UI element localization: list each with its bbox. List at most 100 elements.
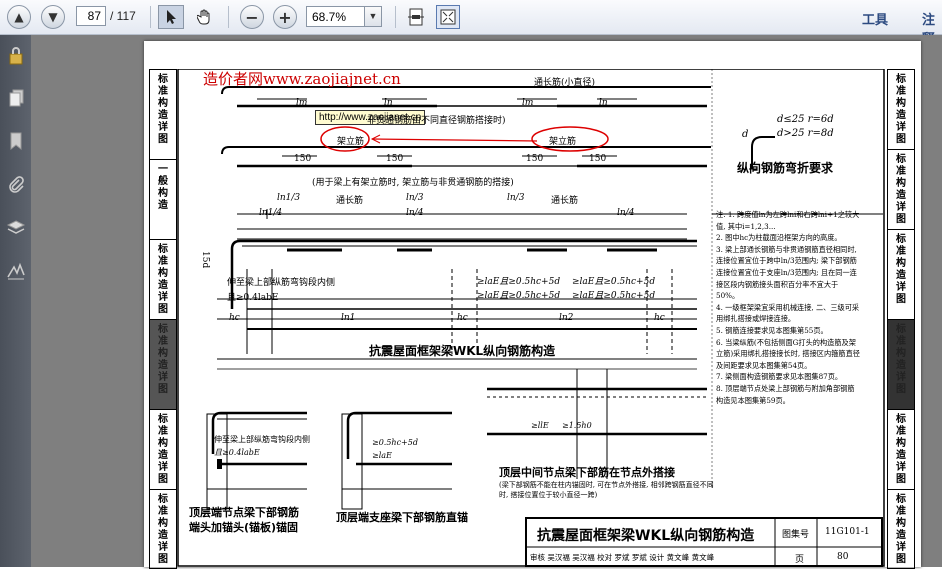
toolbar-divider <box>150 6 151 28</box>
index-tab[interactable]: 标准构造详图 <box>888 490 914 568</box>
index-tab[interactable]: 标准构造详图 <box>888 70 914 150</box>
zoom-value: 68.7% <box>312 10 347 24</box>
notes-list: 注: 1. 跨度值ln为左跨lni和右跨lni+1之较大值, 其中i=1,2,3… <box>716 209 861 406</box>
label-erection-bar-2: 架立筋 <box>549 137 577 147</box>
bend-title: 纵向钢筋弯折要求 <box>737 161 834 175</box>
watermark-text: 造价者网www.zaojiajnet.cn <box>203 70 401 88</box>
toolbar-divider <box>395 6 396 28</box>
left-navigation-pane <box>0 35 31 567</box>
dim-ln-4: ln/4 <box>406 208 424 218</box>
detail1-note-2: 且≥0.4labE <box>214 448 260 457</box>
detail2-caption: 顶层端支座梁下部钢筋直锚 <box>336 511 468 524</box>
page-number-input[interactable]: 87 <box>76 6 106 26</box>
dim-l-label: lm <box>522 98 534 108</box>
tools-menu[interactable]: 工具 <box>862 9 888 28</box>
detail2-note-2: ≥laE <box>372 451 392 460</box>
index-tab-active[interactable]: 标准构造详图 <box>150 320 176 410</box>
detail3-caption: 顶层中间节点梁下部筋在节点外搭接 <box>499 466 675 479</box>
note-item: 8. 顶层端节点处梁上部钢筋与附加角部钢筋构造见本图集第59页。 <box>716 383 855 405</box>
fullscreen-button[interactable] <box>436 5 460 29</box>
pdf-page: 标准构造详图 一般构造 标准构造详图 标准构造详图 标准构造详图 标准构造详图 … <box>144 41 921 569</box>
anchor-length-4: ≥laE且≥0.5hc+5d <box>572 291 656 301</box>
expand-icon <box>440 9 456 25</box>
index-tab[interactable]: 标准构造详图 <box>888 410 914 490</box>
note-anchor-left-1: 伸至梁上部纵筋弯钩段内侧 <box>227 278 336 288</box>
detail2-note: ≥0.5hc+5d <box>372 438 418 447</box>
detail1-note-1: 伸至梁上部纵筋弯钩段内侧 <box>214 435 310 444</box>
dim-150: 150 <box>386 154 404 164</box>
note-item: 5. 钢筋连接要求见本图集第55页。 <box>716 325 828 335</box>
dim-ln1-4: ln1/4 <box>259 208 283 218</box>
dim-l-label: ln <box>599 98 608 108</box>
anchor-length-2: ≥laE且≥0.5hc+5d <box>477 291 561 301</box>
hand-tool-button[interactable] <box>192 5 218 29</box>
detail1-caption-1: 顶层端节点梁下部钢筋 <box>189 506 299 519</box>
next-page-button[interactable]: ▼ <box>41 5 65 29</box>
label-top-bar: 通长筋(小直径) <box>534 78 596 88</box>
chevron-down-icon[interactable]: ▼ <box>364 7 381 26</box>
signature-icon[interactable] <box>5 260 27 282</box>
detail3-note: (梁下部钢筋不能在柱内锚固时, 可在节点外搭接, 相邻跨钢筋直径不同时, 搭接位… <box>499 481 714 499</box>
note-item: 注: 1. 跨度值ln为左跨lni和右跨lni+1之较大值, 其中i=1,2,3… <box>716 210 860 231</box>
fit-width-button[interactable] <box>404 5 428 29</box>
index-tab[interactable]: 标准构造详图 <box>150 410 176 490</box>
dim-150: 150 <box>526 154 544 164</box>
label-continuous-bar: 通长筋 <box>336 196 364 206</box>
dim-ln-3: ln/3 <box>406 193 424 203</box>
dim-ln1-3: ln1/3 <box>277 193 301 203</box>
zoom-in-button[interactable]: + <box>273 5 297 29</box>
index-tab[interactable]: 标准构造详图 <box>150 240 176 320</box>
detail3-15h0: ≥1.5h0 <box>562 421 592 430</box>
note-anchor-left-2: 且≥0.4labE <box>227 293 279 303</box>
dim-ln-3: ln/3 <box>507 193 525 203</box>
layers-icon[interactable] <box>5 217 27 239</box>
minus-icon: − <box>240 5 264 29</box>
title-block-grid <box>527 519 883 565</box>
arrow-up-icon: ▲ <box>7 5 31 29</box>
note-item: 7. 梁侧面构造钢筋要求见本图集87页。 <box>716 372 843 382</box>
zoom-out-button[interactable]: − <box>240 5 264 29</box>
arrow-down-icon: ▼ <box>41 5 65 29</box>
dim-hc: hc <box>229 313 240 323</box>
dim-ln1: ln1 <box>341 313 356 323</box>
bend-rule-2: d>25 r=8d <box>777 128 834 139</box>
dim-15d: 15d <box>200 251 210 269</box>
title-block: 抗震屋面框架梁WKL纵向钢筋构造 图集号 11G101-1 审核 吴汉福 吴汉福… <box>525 517 883 567</box>
note-item: 4. 一级框架梁宜采用机械连接, 二、三级可采用绑扎搭接或焊接连接。 <box>716 302 860 324</box>
index-tab[interactable]: 标准构造详图 <box>888 150 914 230</box>
detail1-caption-2: 端头加锚头(锚板)锚固 <box>189 521 299 534</box>
previous-page-button[interactable]: ▲ <box>7 5 31 29</box>
dim-ln-4: ln/4 <box>617 208 635 218</box>
select-tool-button[interactable] <box>158 5 184 29</box>
label-noncontinuous: 非贯通钢筋由不同直径钢筋搭接时) <box>367 116 506 126</box>
dim-150: 150 <box>294 154 312 164</box>
left-index-tabs: 标准构造详图 一般构造 标准构造详图 标准构造详图 标准构造详图 标准构造详图 <box>149 69 177 569</box>
bend-rule-1: d≤25 r=6d <box>777 114 834 125</box>
toolbar: ▲ ▼ 87 / 117 − + 68.7% ▼ 工具 注释 <box>0 0 942 47</box>
bookmark-icon[interactable] <box>5 130 27 152</box>
fit-page-icon <box>408 8 424 26</box>
index-tab[interactable]: 标准构造详图 <box>150 490 176 568</box>
dim-150: 150 <box>589 154 607 164</box>
zoom-select[interactable]: 68.7% ▼ <box>306 6 382 27</box>
cursor-arrow-icon <box>167 10 176 24</box>
index-tab[interactable]: 一般构造 <box>150 160 176 240</box>
note-item: 3. 梁上部通长钢筋与非贯通钢筋直径相同时, 连接位置宜位于跨中ln/3范围内;… <box>716 244 857 301</box>
index-tab[interactable]: 标准构造详图 <box>888 230 914 320</box>
right-index-tabs: 标准构造详图 标准构造详图 标准构造详图 标准构造详图 标准构造详图 标准构造详… <box>887 69 915 569</box>
dim-hc: hc <box>457 313 468 323</box>
toolbar-divider <box>228 6 229 28</box>
pages-icon[interactable] <box>5 87 27 109</box>
bend-d-label: d <box>742 129 749 140</box>
attachment-icon[interactable] <box>5 174 27 196</box>
index-tab[interactable]: 标准构造详图 <box>150 70 176 160</box>
anchor-length-1: ≥laE且≥0.5hc+5d <box>477 277 561 287</box>
dim-hc: hc <box>654 313 665 323</box>
main-caption: 抗震屋面框架梁WKL纵向钢筋构造 <box>369 344 556 358</box>
note-item: 2. 图中hc为柱截面沿框架方向的高度。 <box>716 233 842 243</box>
index-tab-active[interactable]: 标准构造详图 <box>888 320 914 410</box>
dim-ln2: ln2 <box>559 313 574 323</box>
dim-l-label: lm <box>296 98 308 108</box>
detail3-lle: ≥llE <box>531 421 549 430</box>
lock-icon[interactable] <box>5 44 27 66</box>
